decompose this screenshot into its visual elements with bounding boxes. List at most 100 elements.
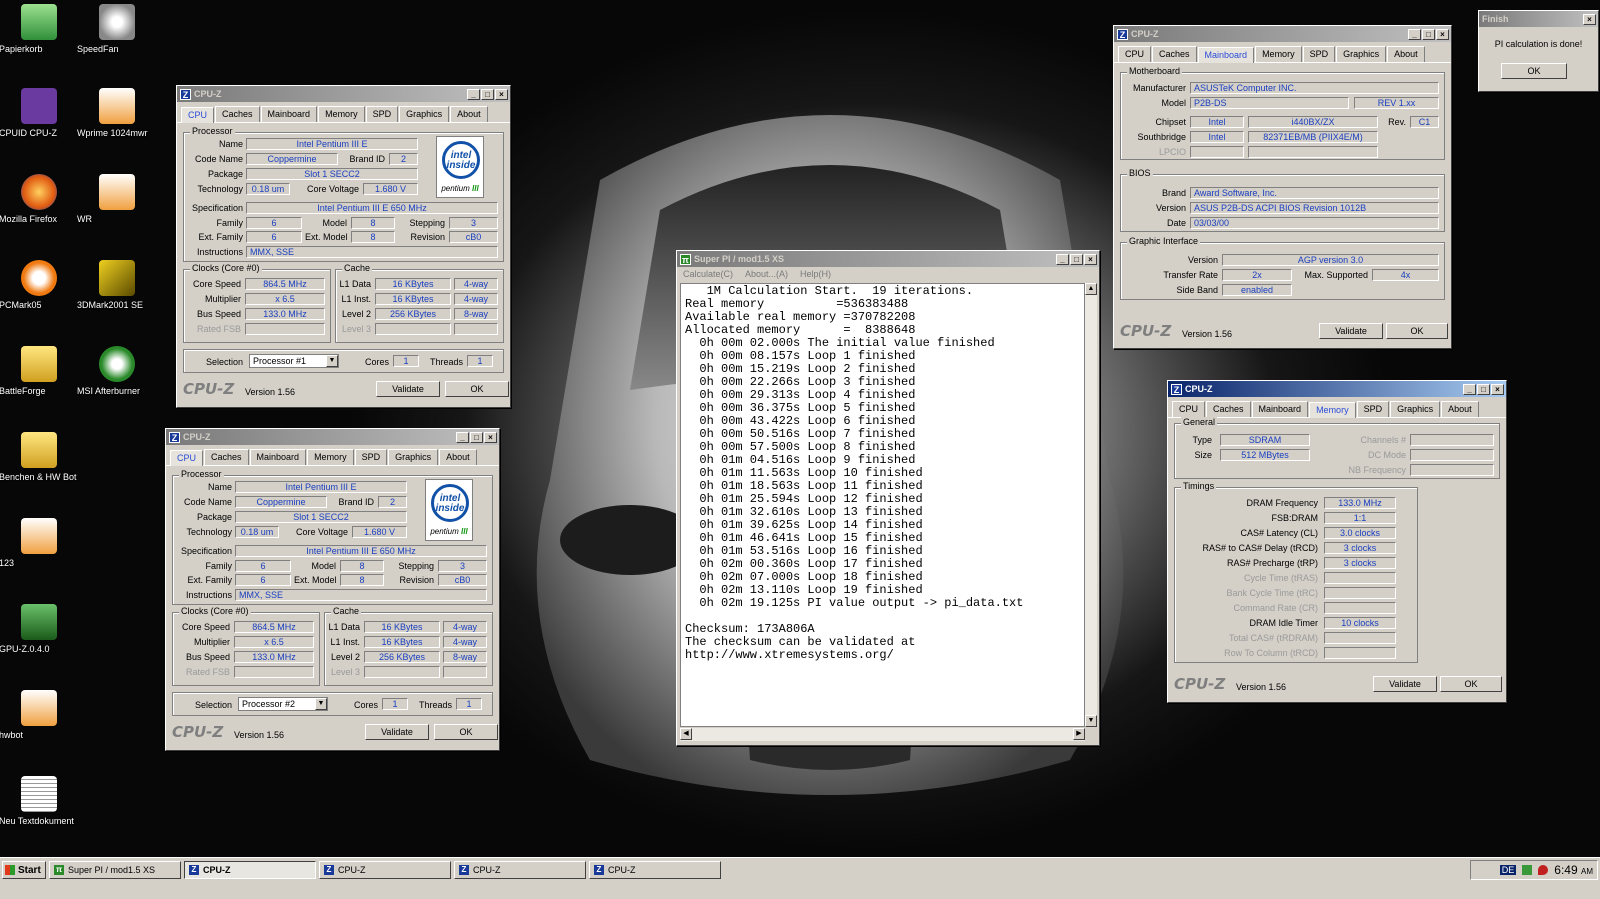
tab-spd[interactable]: SPD [354,449,388,465]
desktop-icon-wprime[interactable]: Wprime 1024mwr [77,88,157,138]
scroll-right-icon[interactable]: ▶ [1073,728,1085,740]
level2-way: 8-way [443,651,487,663]
desktop-icon-speedfan[interactable]: SpeedFan [77,4,157,54]
desktop-icon-wr[interactable]: WR [77,174,157,224]
tab-about[interactable]: About [450,106,488,122]
menu-help[interactable]: Help(H) [800,269,831,281]
ok-button[interactable]: OK [445,381,509,397]
tab-spd[interactable]: SPD [365,106,399,122]
maximize-icon[interactable]: □ [481,88,494,100]
tab-graphics[interactable]: Graphics [1390,401,1441,417]
maximize-icon[interactable]: □ [1477,383,1490,395]
ok-button[interactable]: OK [1386,323,1448,339]
validate-button[interactable]: Validate [1319,323,1383,339]
task-cpuz-3[interactable]: Z CPU-Z [454,861,586,879]
scroll-down-icon[interactable]: ▼ [1085,715,1097,727]
close-icon[interactable]: × [1491,383,1504,395]
tab-cpu[interactable]: CPU [1172,401,1206,417]
tab-about[interactable]: About [1387,46,1425,62]
start-button[interactable]: Start [2,861,46,879]
tab-spd[interactable]: SPD [1356,401,1390,417]
task-cpuz-2[interactable]: Z CPU-Z [319,861,451,879]
validate-button[interactable]: Validate [376,381,440,397]
title-bar[interactable]: Z CPU-Z _ □ × [177,86,510,102]
minimize-icon[interactable]: _ [467,88,480,100]
tab-memory[interactable]: Memory [318,106,365,122]
tab-mainboard[interactable]: Mainboard [260,106,318,122]
close-icon[interactable]: × [495,88,508,100]
processor-select[interactable]: Processor #1 ▼ [249,354,339,368]
minimize-icon[interactable]: _ [1408,28,1421,40]
tab-graphics[interactable]: Graphics [1336,46,1387,62]
language-indicator[interactable]: DE [1499,865,1517,875]
title-bar[interactable]: Z CPU-Z _ □ × [1168,381,1506,397]
chevron-down-icon[interactable]: ▼ [326,355,338,367]
finish-ok-button[interactable]: OK [1501,63,1567,79]
menu-calculate[interactable]: Calculate(C) [683,269,733,281]
horizontal-scrollbar[interactable]: ◀ ▶ [680,728,1085,741]
desktop-icon-pcmark[interactable]: PCMark05 [0,260,79,310]
tab-caches[interactable]: Caches [204,449,249,465]
close-icon[interactable]: × [1084,253,1097,265]
validate-button[interactable]: Validate [365,724,429,740]
vertical-scrollbar[interactable]: ▲ ▼ [1085,283,1097,727]
ok-button[interactable]: OK [1440,676,1502,692]
title-bar[interactable]: Z CPU-Z _ □ × [166,429,499,445]
desktop-icon-benchen-folder[interactable]: Benchen & HW Bot [0,432,79,482]
tab-caches[interactable]: Caches [1152,46,1197,62]
title-bar[interactable]: Z CPU-Z _ □ × [1114,26,1451,42]
scroll-left-icon[interactable]: ◀ [680,728,692,740]
maximize-icon[interactable]: □ [470,431,483,443]
tab-caches[interactable]: Caches [1206,401,1251,417]
title-bar[interactable]: π Super PI / mod1.5 XS _ □ × [677,251,1099,267]
close-icon[interactable]: × [1583,13,1596,25]
shield-icon[interactable] [1538,865,1549,875]
close-icon[interactable]: × [1436,28,1449,40]
tab-memory[interactable]: Memory [1255,46,1302,62]
minimize-icon[interactable]: _ [1056,253,1069,265]
ok-button[interactable]: OK [434,724,498,740]
scroll-up-icon[interactable]: ▲ [1085,283,1097,295]
task-cpuz-4[interactable]: Z CPU-Z [589,861,721,879]
desktop-icon-textdoc[interactable]: Neu Textdokument [0,776,79,826]
desktop-icon-hwbot[interactable]: hwbot [0,690,79,740]
tab-about[interactable]: About [439,449,477,465]
intel-pentium-logo: intel inside pentium III [436,136,484,198]
desktop-icon-battleforge[interactable]: BattleForge [0,346,79,396]
tab-about[interactable]: About [1441,401,1479,417]
tab-caches[interactable]: Caches [215,106,260,122]
chevron-down-icon[interactable]: ▼ [315,698,327,710]
desktop-icon-123[interactable]: 123 [0,518,79,568]
menu-about[interactable]: About...(A) [745,269,788,281]
output-console[interactable]: 1M Calculation Start. 19 iterations. Real… [680,283,1085,727]
tab-mainboard[interactable]: Mainboard [249,449,307,465]
desktop-icon-afterburner[interactable]: MSI Afterburner [77,346,157,396]
title-bar[interactable]: Finish × [1479,11,1598,27]
minimize-icon[interactable]: _ [1463,383,1476,395]
tab-cpu[interactable]: CPU [170,450,204,466]
task-superpi[interactable]: π Super PI / mod1.5 XS [49,861,181,879]
network-icon[interactable] [1522,865,1533,875]
tab-memory[interactable]: Memory [307,449,354,465]
tab-cpu[interactable]: CPU [1118,46,1152,62]
desktop-icon-3dmark[interactable]: 3DMark2001 SE [77,260,157,310]
maximize-icon[interactable]: □ [1070,253,1083,265]
minimize-icon[interactable]: _ [456,431,469,443]
desktop-icon-firefox[interactable]: Mozilla Firefox [0,174,79,224]
desktop-icon-recycle-bin[interactable]: Papierkorb [0,4,79,54]
processor-select[interactable]: Processor #2 ▼ [238,697,328,711]
tab-mainboard[interactable]: Mainboard [1197,47,1255,63]
tab-spd[interactable]: SPD [1302,46,1336,62]
tab-mainboard[interactable]: Mainboard [1251,401,1309,417]
task-cpuz-1[interactable]: Z CPU-Z [184,861,316,879]
close-icon[interactable]: × [484,431,497,443]
tab-cpu[interactable]: CPU [181,107,215,123]
clock[interactable]: 6:49 AM [1554,863,1593,877]
tab-memory[interactable]: Memory [1309,402,1356,418]
desktop-icon-cpuz[interactable]: CPUID CPU-Z [0,88,79,138]
tab-graphics[interactable]: Graphics [388,449,439,465]
tab-graphics[interactable]: Graphics [399,106,450,122]
desktop-icon-gpuz[interactable]: GPU-Z.0.4.0 [0,604,79,654]
maximize-icon[interactable]: □ [1422,28,1435,40]
validate-button[interactable]: Validate [1373,676,1437,692]
